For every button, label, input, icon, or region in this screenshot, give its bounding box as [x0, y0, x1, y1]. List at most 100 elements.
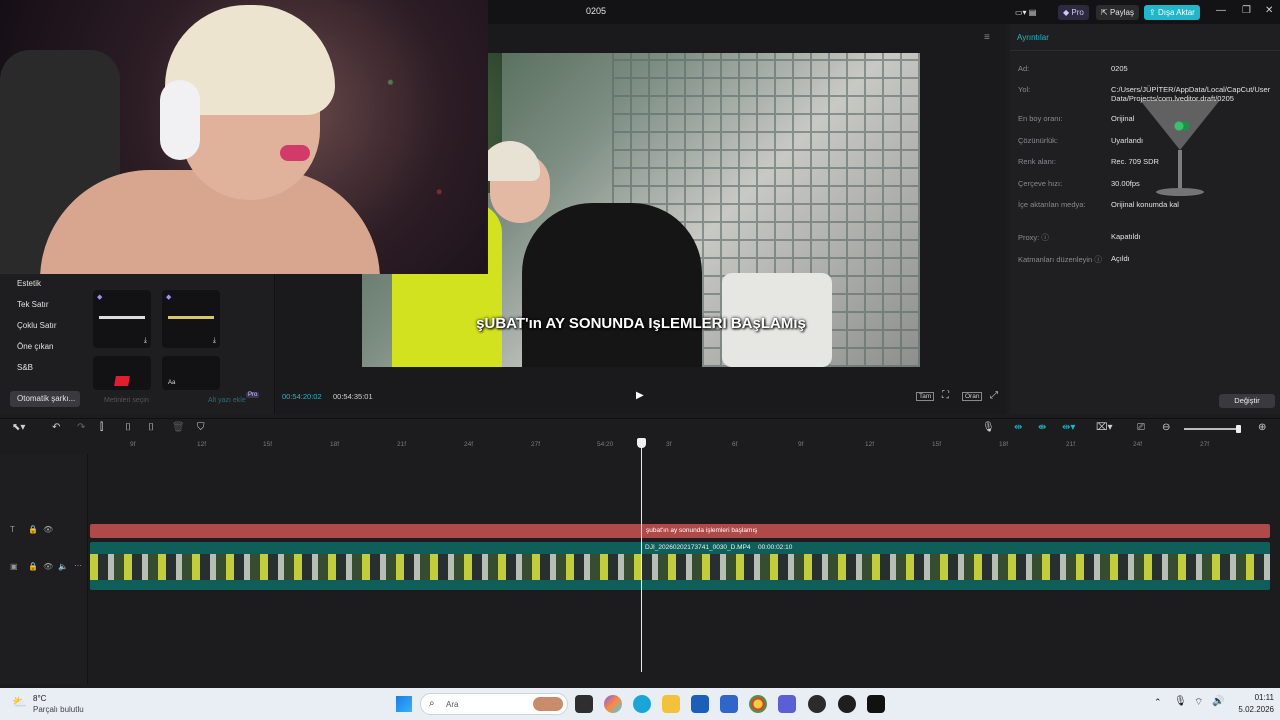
change-button[interactable]: Değiştir: [1219, 394, 1275, 408]
chevron-up-icon[interactable]: ⌃: [1154, 697, 1162, 708]
template-preview: [99, 316, 145, 319]
diamond-icon: ◆: [97, 294, 103, 301]
media-player-icon[interactable]: [838, 695, 856, 713]
current-time: 00:54:20:02: [282, 392, 322, 401]
aspect-label: En boy oranı:: [1018, 114, 1063, 123]
zoom-slider-handle[interactable]: [1236, 425, 1241, 433]
preview-axis-icon[interactable]: ⌧▾: [1096, 422, 1113, 433]
snapshot-icon[interactable]: ⛶: [942, 390, 949, 401]
taskbar: ⛅ 8°C Parçalı bulutlu ⌕ Ara ⌃ 🎙 ⌔ 🔊 01:1…: [0, 688, 1280, 720]
lock-icon[interactable]: 🔒: [28, 525, 38, 534]
eye-icon[interactable]: 👁: [43, 525, 53, 534]
lock-icon[interactable]: 🔒: [28, 562, 38, 571]
wifi-icon[interactable]: ⌔: [1194, 696, 1203, 709]
playhead[interactable]: [637, 438, 646, 672]
total-time: 00:54:35:01: [333, 392, 373, 401]
woman-fur-coat: [522, 203, 702, 367]
template-thumb[interactable]: ◆ ⤓: [162, 290, 220, 348]
ruler-tick: 12f: [197, 441, 207, 448]
caption-icon[interactable]: ⎚: [1137, 422, 1145, 433]
delete-icon[interactable]: 🗑: [172, 422, 185, 433]
video-subtitle: şUBAT'ın AY SONUNDA IşLEMLERI BAşLAMış: [476, 315, 806, 332]
trim-left-icon[interactable]: ⌷: [125, 422, 131, 433]
video-clip[interactable]: DJI_20260202173741_0030_D.MP4 00:00:02:1…: [90, 542, 1270, 590]
marker-icon[interactable]: ⛉: [197, 422, 205, 433]
full-quality-button[interactable]: Tam: [916, 392, 935, 401]
category-estetik[interactable]: Estetik: [10, 276, 80, 292]
audio-icon[interactable]: 🔈: [58, 562, 68, 571]
info-icon[interactable]: ⓘ: [1041, 233, 1049, 242]
redo-icon[interactable]: ↷: [77, 422, 85, 433]
copilot-icon[interactable]: [604, 695, 622, 713]
close-icon[interactable]: ✕: [1265, 5, 1273, 16]
fullscreen-icon[interactable]: ⤢: [990, 390, 998, 401]
eye-icon[interactable]: 👁: [43, 562, 53, 571]
weather-desc: Parçalı bulutlu: [33, 705, 84, 714]
import-media-value: Orijinal konumda kal: [1111, 200, 1179, 209]
linkage-icon[interactable]: ⇹▾: [1062, 422, 1075, 433]
volume-icon[interactable]: 🔊: [1212, 696, 1224, 707]
file-explorer-icon[interactable]: [662, 695, 680, 713]
split-icon[interactable]: ⫿: [100, 422, 103, 433]
trim-right-icon[interactable]: ⌷: [148, 422, 154, 433]
category-one-cikan[interactable]: Öne çıkan: [10, 339, 80, 355]
pro-button[interactable]: ◆ Pro: [1058, 5, 1089, 20]
menu-icon[interactable]: ≡: [984, 32, 990, 43]
divider: [1010, 50, 1280, 51]
obs-icon[interactable]: [808, 695, 826, 713]
share-label: Paylaş: [1109, 8, 1134, 17]
export-button[interactable]: ⇪ Dışa Aktar: [1144, 5, 1200, 20]
text-template-panel: Estetik Tek Satır Çoklu Satır Öne çıkan …: [0, 274, 275, 414]
clock-date[interactable]: 5.02.2026: [1228, 705, 1274, 714]
template-thumb[interactable]: [93, 356, 151, 390]
chrome-icon[interactable]: [749, 695, 767, 713]
timeline-ruler[interactable]: 9f 12f 15f 18f 21f 24f 27f 54:20 3f 6f 9…: [90, 438, 1280, 454]
category-tek-satir[interactable]: Tek Satır: [10, 297, 80, 313]
mic-icon[interactable]: 🎙: [982, 422, 995, 433]
playhead-handle[interactable]: [637, 438, 646, 448]
template-thumb[interactable]: Aa: [162, 356, 220, 390]
maximize-icon[interactable]: ❐: [1242, 5, 1251, 16]
add-subtitle-hint[interactable]: Alt yazı ekle: [208, 397, 246, 404]
timeline-toolbar: ⬉▾ ↶ ↷ ⫿ ⌷ ⌷ 🗑 ⛉ 🎙 ⇹ ⇼ ⇹▾ ⌧▾ ⎚ ⊖ ⊕: [0, 418, 1280, 438]
clock-time[interactable]: 01:11: [1236, 693, 1274, 702]
zoom-out-icon[interactable]: ⊖: [1162, 422, 1170, 433]
search-box[interactable]: ⌕ Ara: [420, 693, 568, 715]
capcut-icon[interactable]: [867, 695, 885, 713]
layout-icon[interactable]: ▭▾ ▤: [1010, 5, 1041, 20]
ruler-tick: 24f: [1133, 441, 1143, 448]
glass-stem: [1178, 150, 1182, 188]
outlook-icon[interactable]: [720, 695, 738, 713]
download-icon[interactable]: ⤓: [144, 337, 147, 345]
store-icon[interactable]: [691, 695, 709, 713]
minimize-icon[interactable]: —: [1216, 5, 1226, 16]
more-icon[interactable]: ⋯: [74, 561, 82, 570]
info-icon[interactable]: ⓘ: [1094, 255, 1102, 264]
main-track-magnet-icon[interactable]: ⇹: [1014, 422, 1022, 433]
task-view-icon[interactable]: [575, 695, 593, 713]
play-icon[interactable]: ▶: [636, 390, 644, 401]
download-icon[interactable]: ⤓: [213, 337, 216, 345]
auto-snap-icon[interactable]: ⇼: [1038, 422, 1046, 433]
zoom-slider[interactable]: [1184, 425, 1241, 433]
subtitle-hint-bar: Metinleri seçin Alt yazı ekle Pro: [90, 392, 273, 408]
window-title: 0205: [585, 6, 607, 16]
frame-rate-value: 30.00fps: [1111, 179, 1140, 188]
undo-icon[interactable]: ↶: [52, 422, 60, 433]
text-clip[interactable]: şubat'ın ay sonunda işlemleri başlamış: [90, 524, 1270, 538]
ruler-tick: 27f: [531, 441, 541, 448]
weather-icon[interactable]: ⛅: [12, 695, 27, 709]
microphone-icon[interactable]: 🎙: [1174, 696, 1187, 707]
zoom-in-icon[interactable]: ⊕: [1258, 422, 1266, 433]
windows-start-icon[interactable]: [396, 696, 412, 712]
share-button[interactable]: ⇱ Paylaş: [1096, 5, 1139, 20]
category-coklu-satir[interactable]: Çoklu Satır: [10, 318, 80, 334]
select-tool-icon[interactable]: ⬉▾: [12, 422, 25, 433]
edge-icon[interactable]: [633, 695, 651, 713]
category-sb[interactable]: S&B: [10, 360, 80, 376]
teams-icon[interactable]: [778, 695, 796, 713]
video-clip-name: DJI_20260202173741_0030_D.MP4: [645, 544, 751, 551]
ratio-button[interactable]: Oran: [962, 392, 983, 401]
category-auto-lyrics[interactable]: Otomatik şarkı...: [10, 391, 80, 407]
template-thumb[interactable]: ◆ ⤓: [93, 290, 151, 348]
